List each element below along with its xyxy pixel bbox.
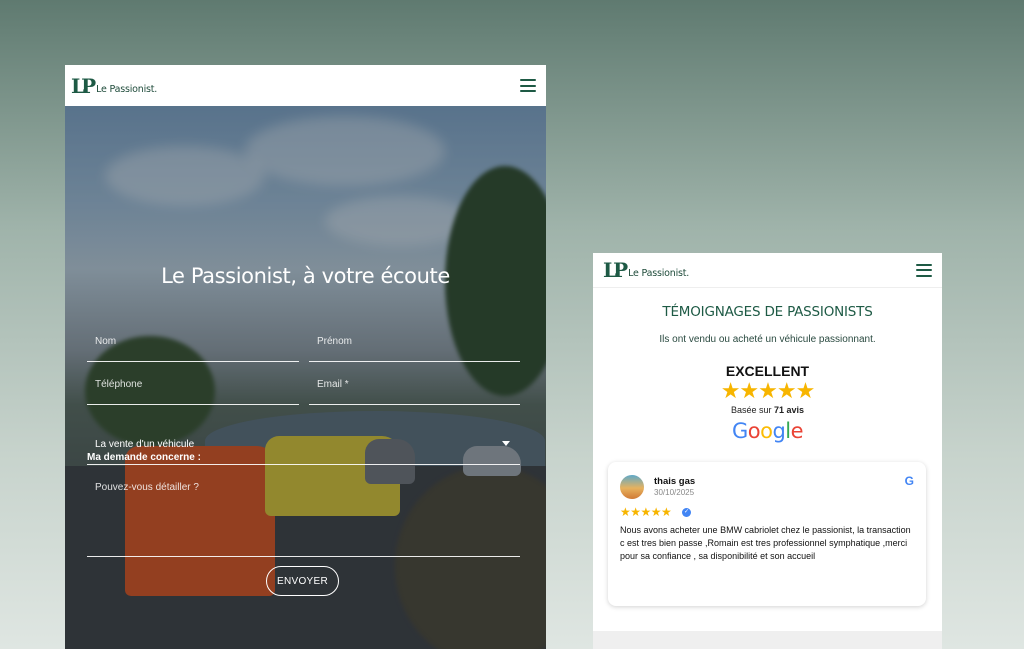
email-placeholder: Email * [317, 379, 349, 390]
email-field[interactable]: Email * [309, 377, 520, 405]
rating-count-value: 71 avis [774, 405, 805, 415]
verified-check-icon: ✓ [682, 508, 691, 517]
rating-based-prefix: Basée sur [730, 405, 772, 415]
nom-field[interactable]: Nom [87, 334, 299, 362]
rating-stars: ★★★★★ [720, 378, 816, 403]
prenom-placeholder: Prénom [317, 336, 353, 347]
section-subtitle: Ils ont vendu ou acheté un véhicule pass… [659, 334, 876, 345]
top-bar: LP Le Passionist. [593, 253, 942, 288]
nom-placeholder: Nom [95, 336, 117, 347]
logo[interactable]: LP Le Passionist. [71, 76, 157, 96]
hamburger-menu-icon[interactable] [916, 263, 932, 277]
details-textarea[interactable]: Pouvez-vous détailler ? [87, 480, 520, 557]
demande-selected-value: La vente d'un véhicule [95, 439, 195, 450]
telephone-field[interactable]: Téléphone [87, 377, 299, 405]
logo-text: Le Passionist. [628, 268, 690, 279]
section-title: TÉMOIGNAGES DE PASSIONISTS [662, 304, 873, 320]
hero-title: Le Passionist, à votre écoute [161, 264, 450, 288]
reviewer-name: thais gas [654, 476, 696, 487]
caret-down-icon [502, 441, 510, 446]
google-g-icon: G [904, 474, 914, 488]
logo-mark: LP [71, 73, 96, 98]
telephone-placeholder: Téléphone [95, 379, 143, 390]
prenom-field[interactable]: Prénom [309, 334, 520, 362]
testimonials-screen: LP Le Passionist. TÉMOIGNAGES DE PASSION… [593, 253, 942, 649]
envoyer-button[interactable]: ENVOYER [266, 566, 339, 596]
logo-mark: LP [603, 258, 628, 282]
logo[interactable]: LP Le Passionist. [603, 260, 689, 280]
details-placeholder: Pouvez-vous détailler ? [95, 482, 199, 493]
review-text: Nous avons acheter une BMW cabriolet che… [620, 525, 911, 561]
demande-select[interactable]: La vente d'un véhicule [87, 437, 520, 465]
footer-band [593, 631, 942, 649]
rating-label: EXCELLENT [725, 363, 810, 379]
top-bar: LP Le Passionist. [65, 65, 546, 106]
contact-screen: LP Le Passionist. Le Passionist, à votre… [65, 65, 546, 649]
review-date: 30/10/2025 [654, 488, 695, 497]
google-logo[interactable]: Google [593, 419, 942, 443]
logo-text: Le Passionist. [96, 83, 158, 95]
rating-count: Basée sur 71 avis [593, 405, 942, 415]
avatar [620, 475, 644, 499]
review-stars: ★★★★★ [620, 505, 672, 519]
hero-background: Le Passionist, à votre écoute Nom Prénom… [65, 106, 546, 649]
review-card[interactable]: thais gas 30/10/2025 G ★★★★★ ✓ Nous avon… [608, 462, 926, 606]
hamburger-menu-icon[interactable] [520, 79, 536, 92]
